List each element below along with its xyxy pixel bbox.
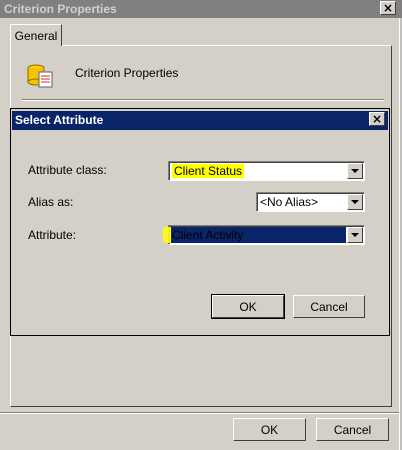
window-close-button[interactable]: ×: [380, 1, 396, 15]
attribute-class-label: Attribute class:: [28, 163, 107, 177]
tab-general-label: General: [14, 28, 58, 43]
attribute-select[interactable]: Client Activity: [163, 225, 365, 245]
chevron-down-icon[interactable]: [347, 194, 363, 210]
header-divider: [22, 99, 384, 101]
dialog-title: Select Attribute: [15, 113, 104, 127]
close-icon: ×: [371, 112, 383, 126]
database-properties-icon: [25, 60, 55, 90]
cancel-button[interactable]: Cancel: [316, 418, 389, 441]
alias-value: <No Alias>: [260, 195, 319, 209]
attribute-label: Attribute:: [28, 228, 77, 242]
chevron-down-icon[interactable]: [347, 163, 363, 179]
dialog-ok-label: OK: [239, 299, 257, 314]
footer-divider: [0, 412, 399, 414]
tab-general[interactable]: General: [10, 24, 62, 46]
close-icon: ×: [382, 1, 394, 15]
attribute-value: Client Activity: [172, 228, 244, 242]
dialog-close-button[interactable]: ×: [369, 112, 385, 126]
ok-button[interactable]: OK: [233, 418, 306, 441]
alias-select[interactable]: <No Alias>: [256, 192, 365, 212]
ok-label: OK: [260, 422, 279, 437]
alias-label: Alias as:: [28, 195, 74, 209]
dialog-cancel-button[interactable]: Cancel: [293, 295, 365, 318]
window-title: Criterion Properties: [4, 2, 117, 16]
dialog-cancel-label: Cancel: [310, 299, 348, 314]
attribute-class-select[interactable]: Client Status: [168, 161, 365, 181]
chevron-down-icon[interactable]: [347, 227, 363, 243]
attribute-class-value: Client Status: [172, 164, 245, 178]
cancel-label: Cancel: [333, 422, 372, 437]
dialog-ok-button[interactable]: OK: [211, 294, 285, 319]
header-label: Criterion Properties: [75, 66, 179, 80]
